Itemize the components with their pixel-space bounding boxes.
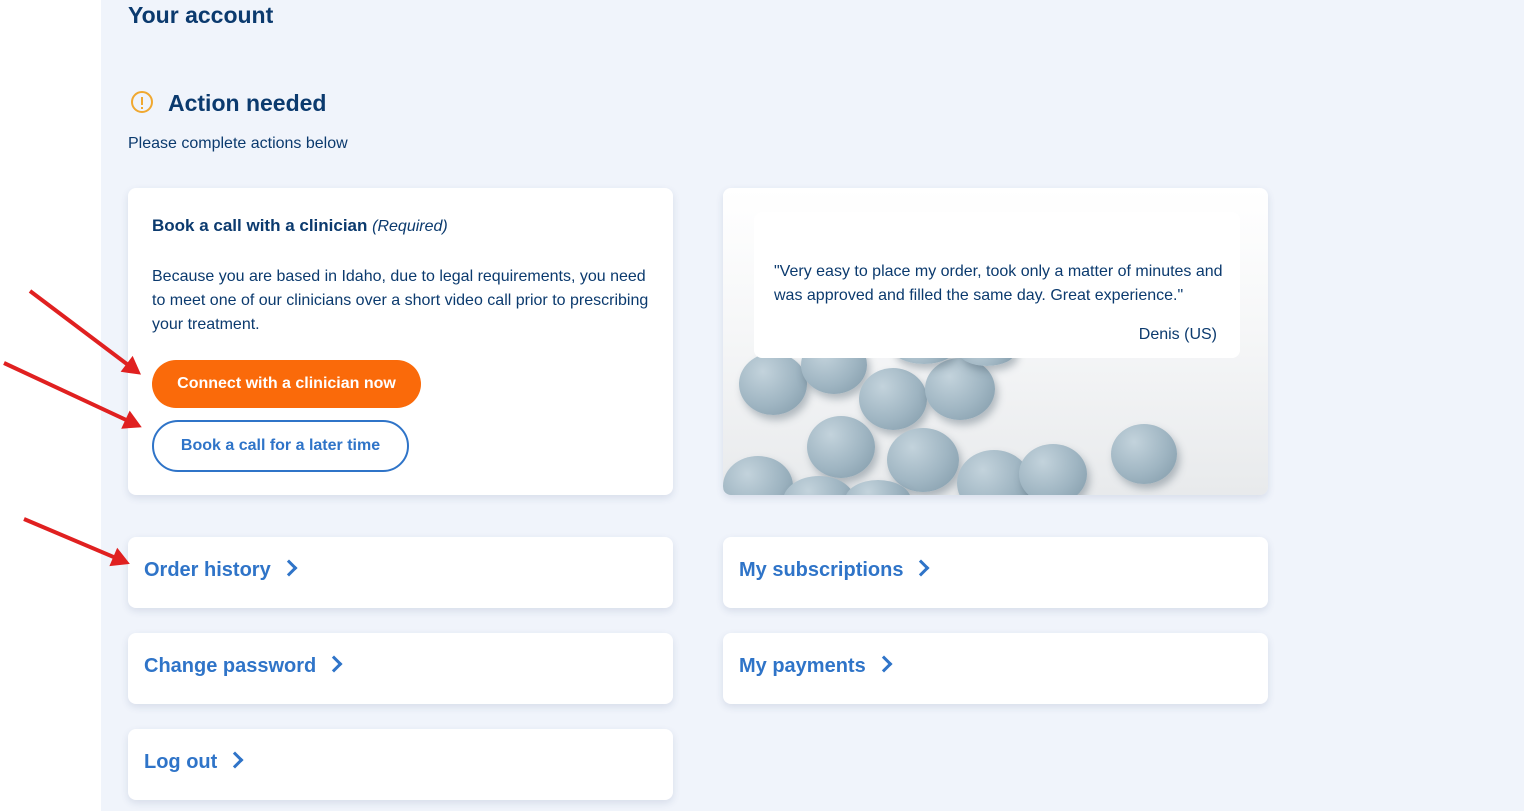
chevron-right-icon [280, 559, 298, 577]
order-history-text: Order history [144, 559, 271, 581]
log-out-text: Log out [144, 751, 218, 773]
order-history-label: Order history [144, 559, 298, 582]
pill-image [859, 368, 927, 430]
change-password-text: Change password [144, 655, 317, 677]
pill-image [783, 476, 855, 495]
testimonial-card: "Very easy to place my order, took only … [723, 188, 1268, 495]
action-needed-title: Action needed [168, 90, 327, 116]
connect-clinician-button[interactable]: Connect with a clinician now [152, 360, 421, 408]
order-history-link[interactable]: Order history [128, 537, 673, 608]
my-subscriptions-link[interactable]: My subscriptions [723, 537, 1268, 608]
my-subscriptions-label: My subscriptions [739, 559, 930, 582]
log-out-label: Log out [144, 751, 244, 774]
action-needed-subtitle: Please complete actions below [128, 135, 348, 152]
book-call-title: Book a call with a clinician (Required) [152, 216, 448, 236]
pill-image [1019, 444, 1087, 495]
my-payments-text: My payments [739, 655, 866, 677]
book-call-card: Book a call with a clinician (Required) … [128, 188, 673, 495]
pill-image [925, 358, 995, 420]
chevron-right-icon [325, 655, 343, 673]
pill-image [807, 416, 875, 478]
log-out-link[interactable]: Log out [128, 729, 673, 800]
chevron-right-icon [226, 751, 244, 769]
pill-image [887, 428, 959, 492]
book-later-button[interactable]: Book a call for a later time [152, 420, 409, 472]
book-call-title-text: Book a call with a clinician [152, 216, 368, 235]
testimonial-quote: "Very easy to place my order, took only … [774, 263, 1223, 304]
book-call-description: Because you are based in Idaho, due to l… [152, 268, 649, 333]
pill-image [739, 353, 807, 415]
chevron-right-icon [875, 655, 893, 673]
quote-box: "Very easy to place my order, took only … [754, 212, 1240, 358]
change-password-label: Change password [144, 655, 343, 678]
testimonial-author: Denis (US) [1138, 326, 1217, 343]
my-payments-label: My payments [739, 655, 893, 678]
pill-image [723, 456, 793, 495]
required-label: (Required) [372, 218, 448, 235]
my-subscriptions-text: My subscriptions [739, 559, 904, 581]
pill-image [1111, 424, 1177, 484]
change-password-link[interactable]: Change password [128, 633, 673, 704]
alert-circle-icon [131, 91, 153, 113]
my-payments-link[interactable]: My payments [723, 633, 1268, 704]
chevron-right-icon [912, 559, 930, 577]
page-title: Your account [128, 2, 274, 28]
